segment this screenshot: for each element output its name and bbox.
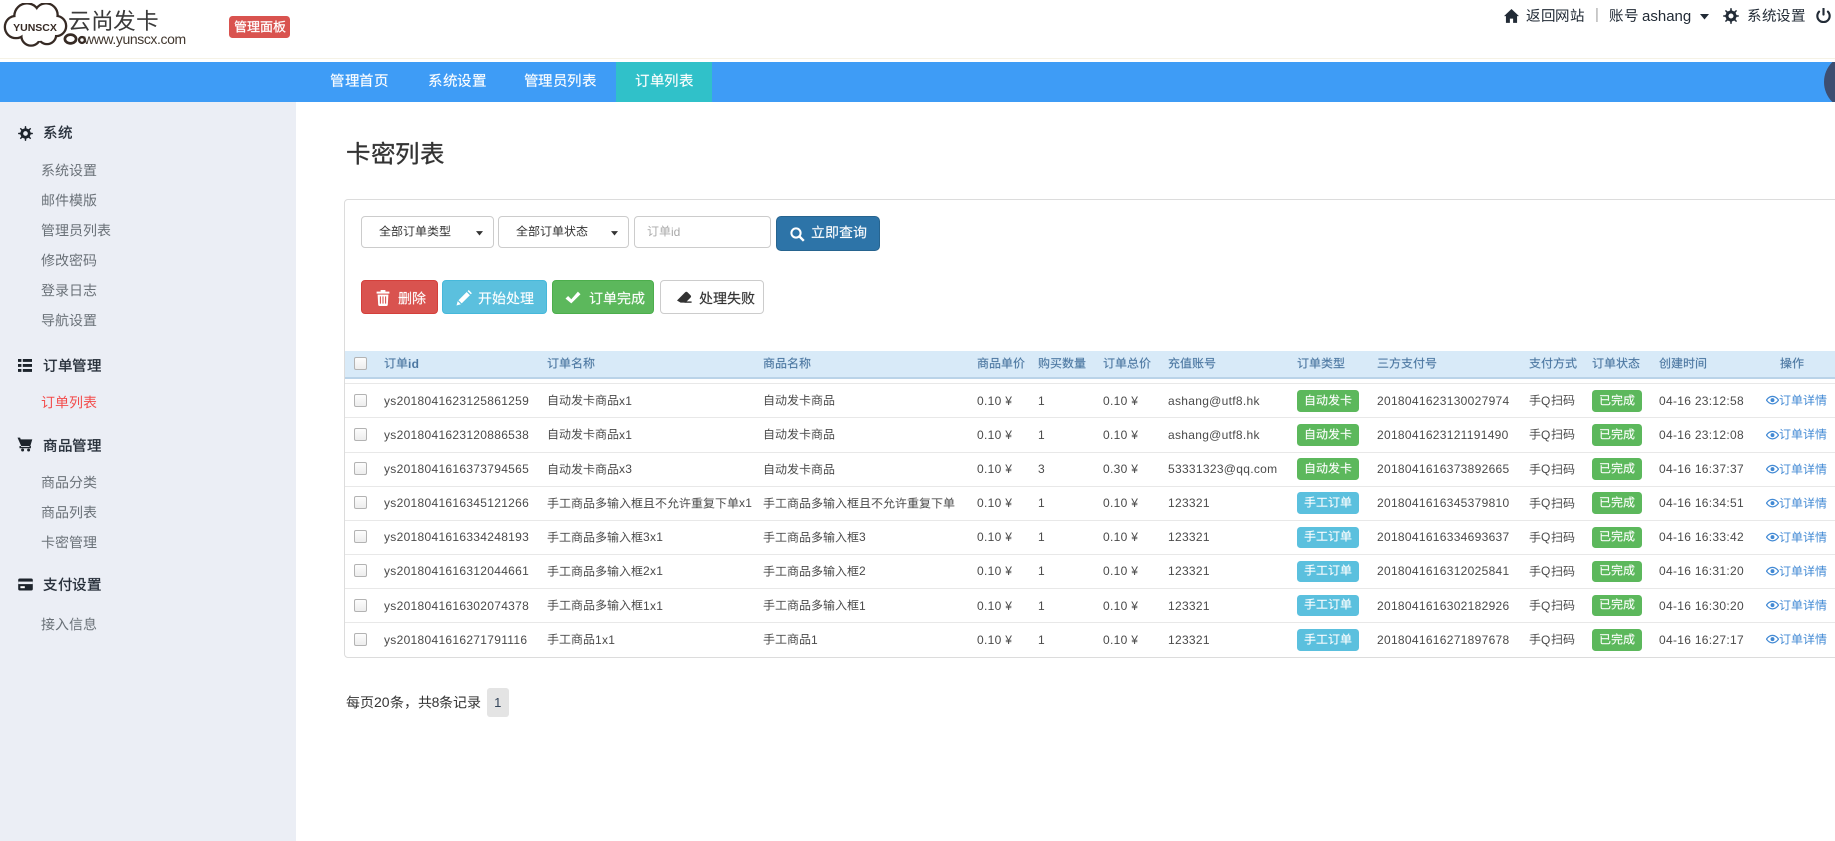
svg-text:YUNSCX: YUNSCX (13, 22, 57, 34)
